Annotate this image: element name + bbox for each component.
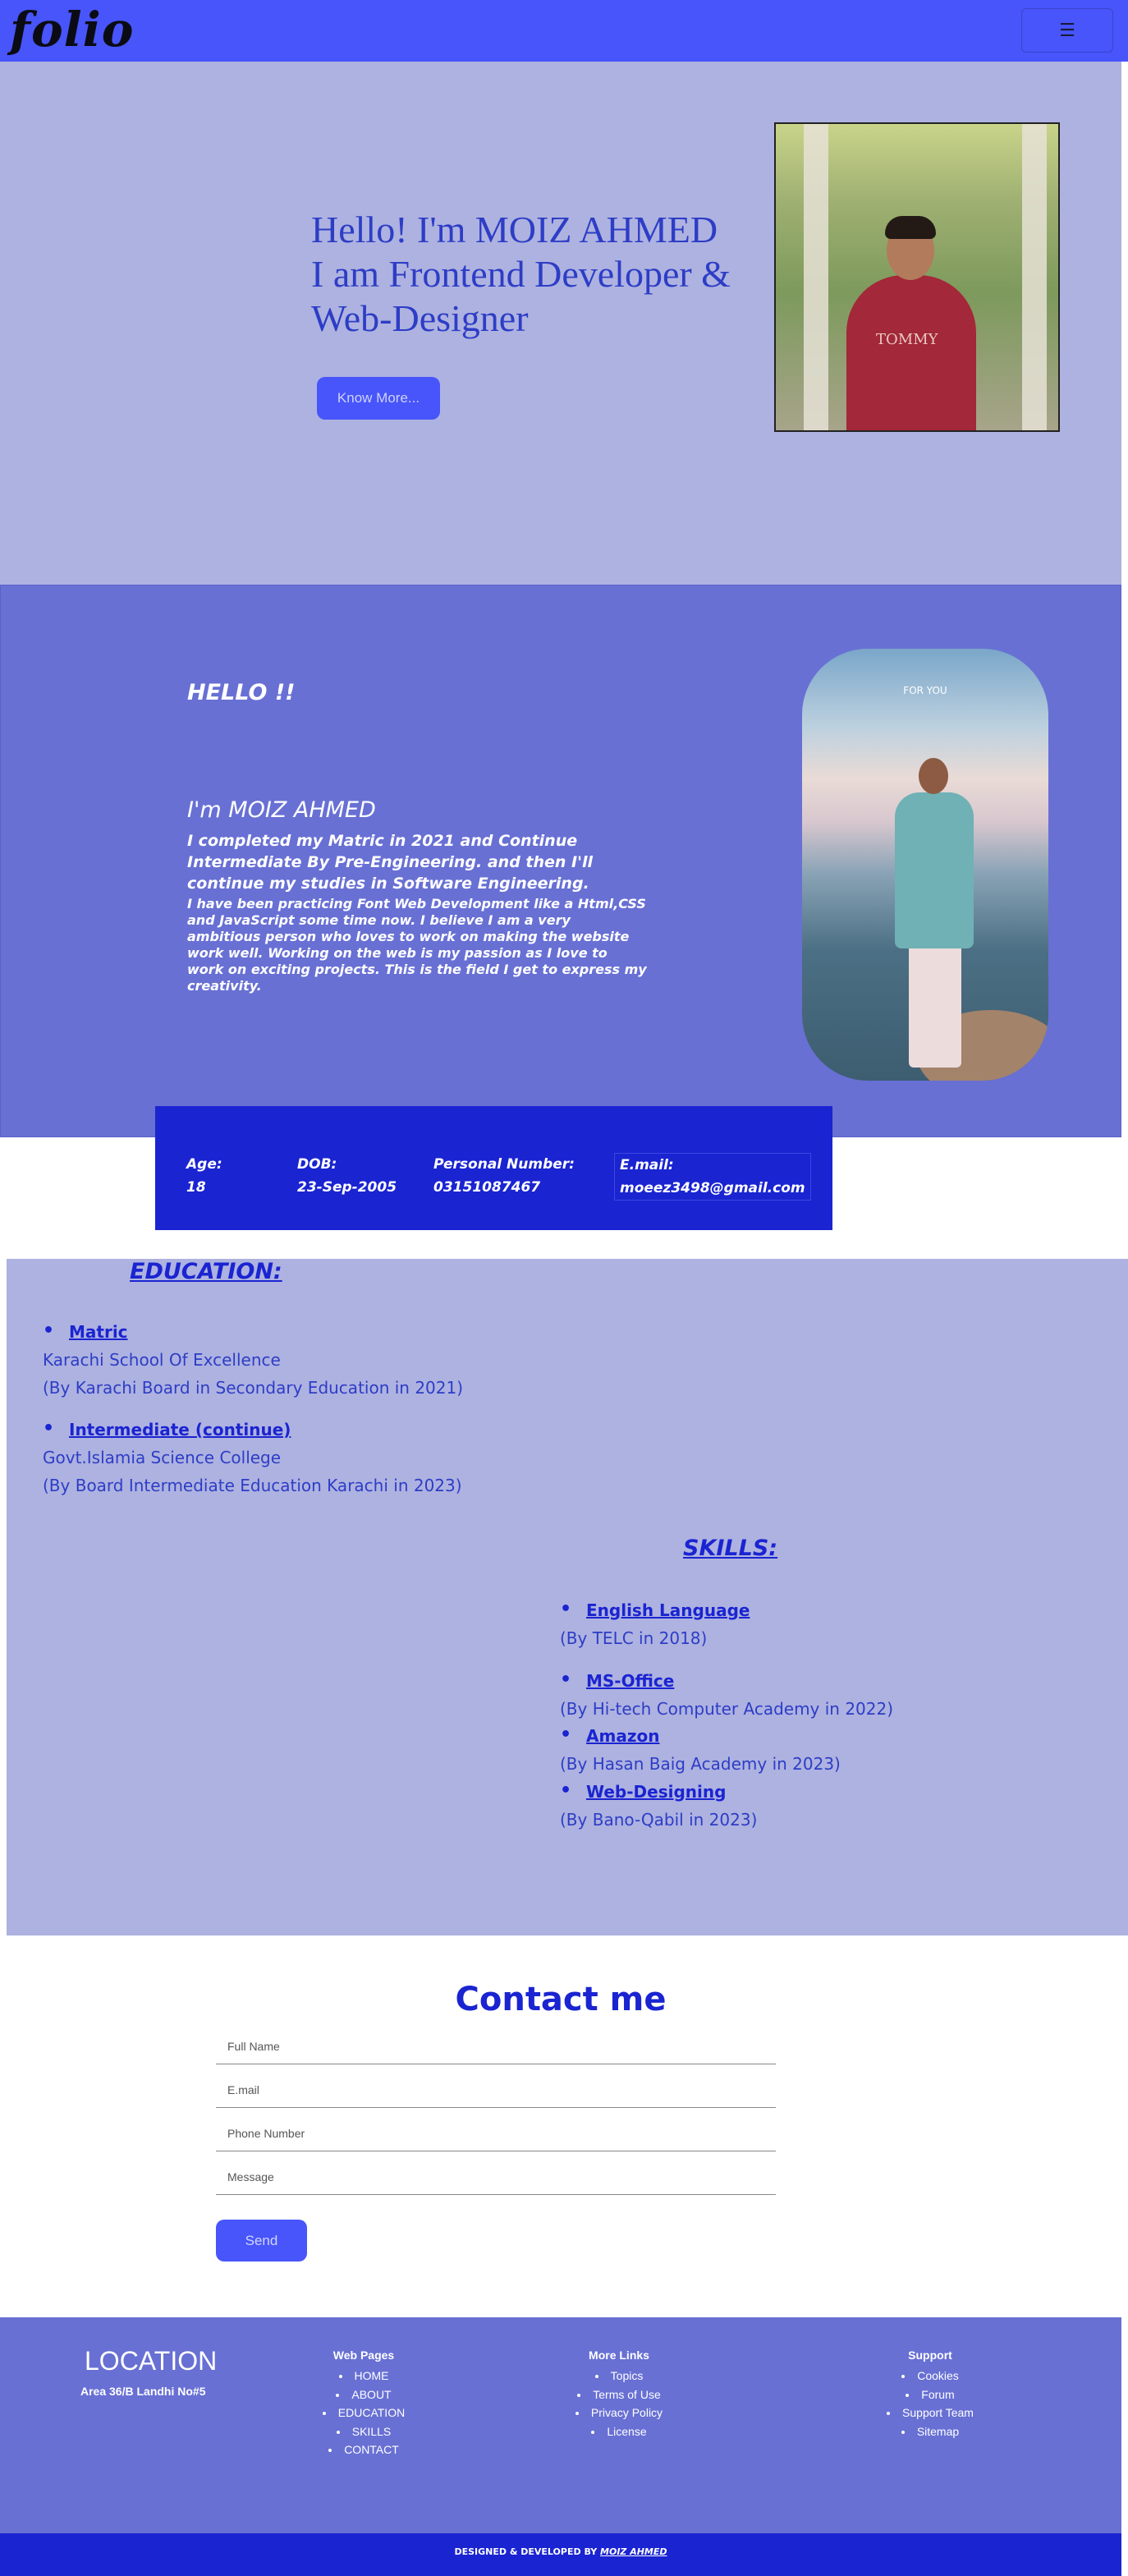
- footer: LOCATION Area 36/B Landhi No#5 Web Pages…: [0, 2317, 1121, 2533]
- info-phone: Personal Number: 03151087467: [433, 1153, 575, 1199]
- skill-item-title[interactable]: MS-Office: [560, 1669, 674, 1691]
- education-item-board: (By Board Intermediate Education Karachi…: [43, 1476, 462, 1495]
- info-age: Age: 18: [186, 1153, 222, 1199]
- phone-number-input[interactable]: [216, 2116, 776, 2151]
- footer-link-sitemap[interactable]: Sitemap: [856, 2422, 1004, 2441]
- know-more-button[interactable]: Know More...: [317, 377, 440, 420]
- photo-hoodie: [846, 275, 976, 430]
- credit-author-link[interactable]: MOIZ AHMED: [600, 2546, 667, 2557]
- hero-heading: Hello! I'm MOIZ AHMED I am Frontend Deve…: [311, 208, 771, 341]
- footer-link-license[interactable]: License: [545, 2422, 693, 2441]
- email-value[interactable]: moeez3498@gmail.com: [620, 1177, 805, 1200]
- photo-tree-trunk: [804, 124, 828, 430]
- footer-link-cookies[interactable]: Cookies: [856, 2367, 1004, 2385]
- footer-col-title: Support: [908, 2349, 952, 2362]
- skill-item-detail: (By Bano-Qabil in 2023): [560, 1810, 758, 1830]
- skill-item-detail: (By TELC in 2018): [560, 1628, 708, 1648]
- about-photo: FOR YOU: [802, 649, 1048, 1081]
- email-input[interactable]: [216, 2073, 776, 2108]
- photo-legs: [909, 944, 961, 1068]
- phone-value: 03151087467: [433, 1179, 541, 1196]
- phone-label: Personal Number:: [433, 1156, 575, 1173]
- personal-info-strip: Age: 18 DOB: 23-Sep-2005 Personal Number…: [155, 1106, 832, 1230]
- age-value: 18: [186, 1179, 206, 1196]
- footer-link-skills[interactable]: SKILLS: [298, 2422, 429, 2441]
- navbar: folio ☰: [0, 0, 1128, 62]
- footer-link-terms[interactable]: Terms of Use: [545, 2385, 693, 2404]
- photo-kurta: [895, 792, 974, 948]
- footer-link-forum[interactable]: Forum: [856, 2385, 1004, 2404]
- logo[interactable]: folio: [10, 0, 134, 59]
- education-item-title[interactable]: Intermediate (continue): [43, 1418, 291, 1440]
- send-button[interactable]: Send: [216, 2220, 307, 2261]
- skill-item-title[interactable]: Web-Designing: [560, 1780, 727, 1802]
- info-dob: DOB: 23-Sep-2005: [297, 1153, 397, 1199]
- footer-web-pages: Web Pages HOME ABOUT EDUCATION SKILLS CO…: [298, 2349, 429, 2459]
- credit-prefix: DESIGNED & DEVELOPED BY: [454, 2546, 601, 2557]
- hero-section: Hello! I'm MOIZ AHMED I am Frontend Deve…: [0, 62, 1121, 585]
- hero-line-2: I am Frontend Developer &: [311, 253, 731, 295]
- education-item-title[interactable]: Matric: [43, 1320, 127, 1342]
- message-input[interactable]: [216, 2160, 776, 2195]
- location-address: Area 36/B Landhi No#5: [80, 2385, 206, 2398]
- education-item-board: (By Karachi Board in Secondary Education…: [43, 1378, 464, 1398]
- about-paragraph-2: I have been practicing Font Web Developm…: [187, 896, 647, 994]
- footer-support: Support Cookies Forum Support Team Sitem…: [856, 2349, 1004, 2441]
- info-email: E.mail: moeez3498@gmail.com: [614, 1153, 811, 1201]
- footer-link-privacy[interactable]: Privacy Policy: [545, 2404, 693, 2422]
- footer-more-links: More Links Topics Terms of Use Privacy P…: [545, 2349, 693, 2441]
- footer-link-contact[interactable]: CONTACT: [298, 2441, 429, 2459]
- hero-profile-photo: TOMMY: [774, 122, 1060, 432]
- photo-tree-trunk: [1022, 124, 1047, 430]
- about-name: I'm MOIZ AHMED: [187, 797, 376, 823]
- skills-title: SKILLS:: [683, 1536, 778, 1561]
- photo-caption: FOR YOU: [903, 685, 947, 696]
- about-section: HELLO !! I'm MOIZ AHMED I completed my M…: [0, 585, 1121, 1137]
- skill-item-detail: (By Hi-tech Computer Academy in 2022): [560, 1699, 894, 1719]
- photo-hair: [885, 216, 936, 239]
- footer-link-topics[interactable]: Topics: [545, 2367, 693, 2385]
- skill-item-title[interactable]: Amazon: [560, 1724, 660, 1746]
- email-label: E.mail:: [620, 1157, 674, 1173]
- education-item-school: Karachi School Of Excellence: [43, 1350, 281, 1370]
- education-item-school: Govt.Islamia Science College: [43, 1448, 282, 1467]
- photo-head: [919, 758, 948, 794]
- dob-label: DOB:: [297, 1156, 337, 1173]
- photo-hoodie-text: TOMMY: [876, 331, 938, 348]
- skill-item-title[interactable]: English Language: [560, 1599, 750, 1620]
- age-label: Age:: [186, 1156, 222, 1173]
- about-paragraph-1: I completed my Matric in 2021 and Contin…: [187, 832, 593, 893]
- footer-link-support-team[interactable]: Support Team: [856, 2404, 1004, 2422]
- menu-toggle-button[interactable]: ☰: [1021, 8, 1113, 53]
- location-title: LOCATION: [85, 2346, 218, 2376]
- footer-link-education[interactable]: EDUCATION: [298, 2404, 429, 2422]
- credit-bar: DESIGNED & DEVELOPED BY MOIZ AHMED: [0, 2533, 1121, 2576]
- dob-value: 23-Sep-2005: [297, 1179, 397, 1196]
- footer-link-home[interactable]: HOME: [298, 2367, 429, 2385]
- hamburger-icon: ☰: [1059, 20, 1075, 41]
- skill-item-detail: (By Hasan Baig Academy in 2023): [560, 1754, 841, 1774]
- education-title: EDUCATION:: [130, 1259, 282, 1284]
- contact-title: Contact me: [455, 1981, 667, 2018]
- hero-line-1: Hello! I'm MOIZ AHMED: [311, 209, 718, 250]
- full-name-input[interactable]: [216, 2029, 776, 2064]
- credit-text: DESIGNED & DEVELOPED BY MOIZ AHMED: [0, 2546, 1121, 2557]
- footer-col-title: More Links: [589, 2349, 649, 2362]
- hero-line-3: Web-Designer: [311, 297, 529, 339]
- education-skills-section: EDUCATION: Matric Karachi School Of Exce…: [7, 1259, 1128, 1935]
- about-hello: HELLO !!: [187, 680, 296, 705]
- footer-link-about[interactable]: ABOUT: [298, 2385, 429, 2404]
- footer-col-title: Web Pages: [332, 2349, 395, 2362]
